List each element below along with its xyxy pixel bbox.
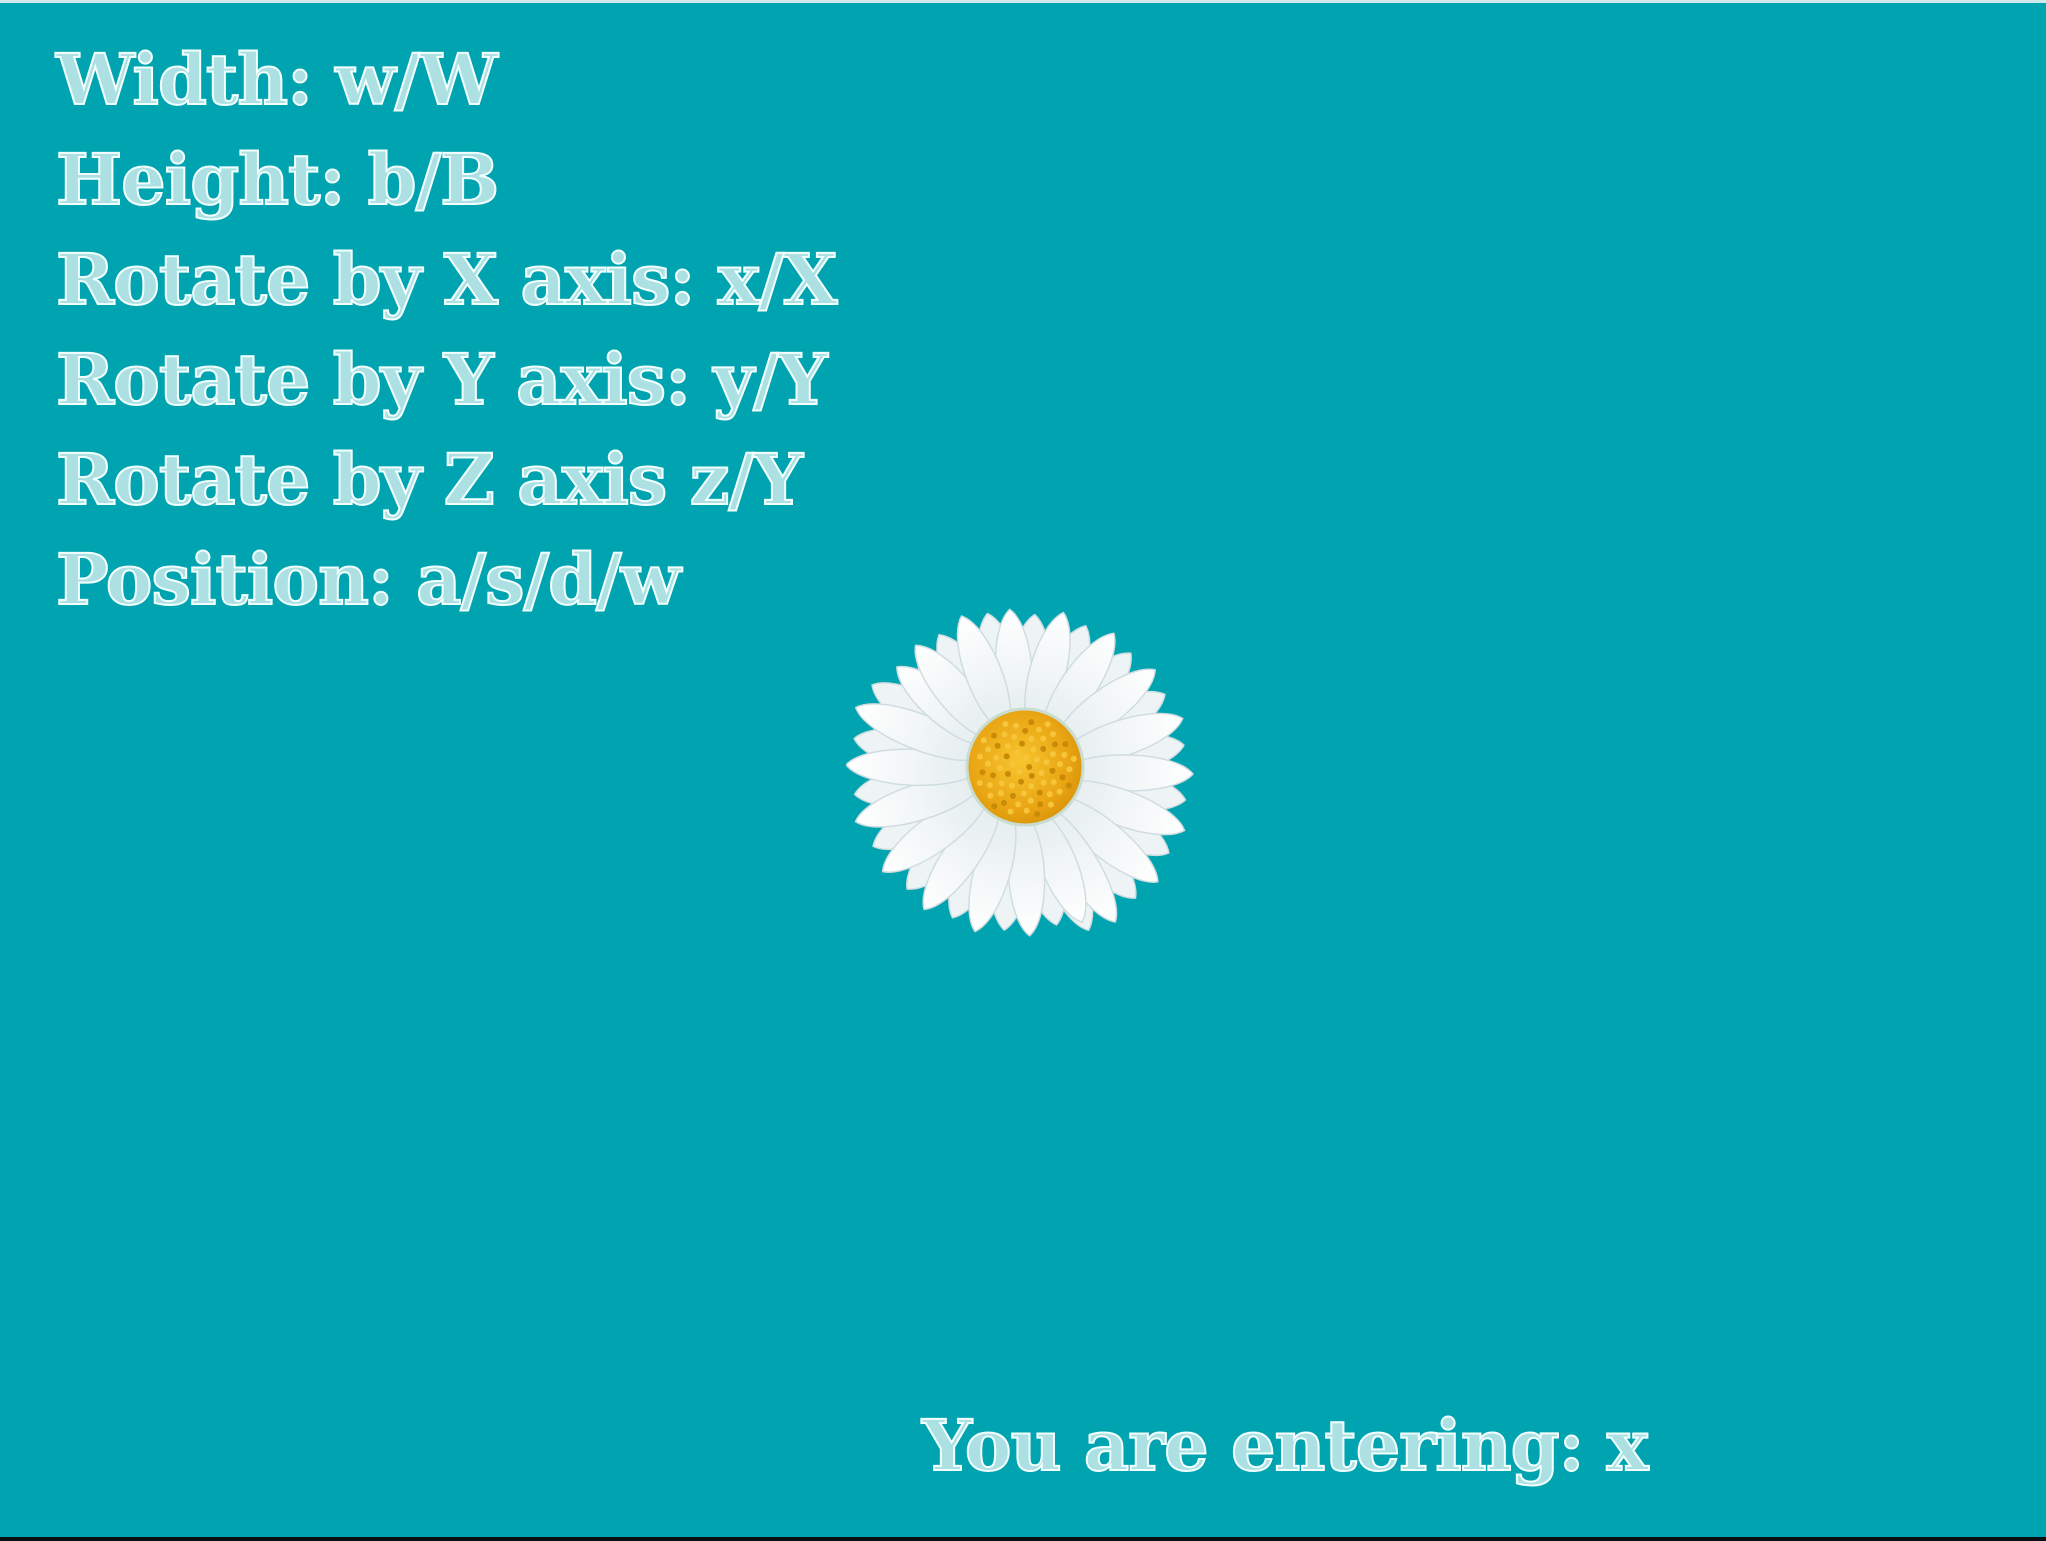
help-height: Height: b/B [55, 137, 500, 222]
daisy-floret [1059, 774, 1066, 781]
daisy-floret [1040, 735, 1047, 742]
daisy-center [965, 707, 1085, 827]
daisy-floret [993, 754, 1000, 761]
daisy-floret [986, 782, 993, 789]
daisy-floret [997, 790, 1004, 797]
daisy-floret [1050, 779, 1057, 786]
daisy-floret [1036, 789, 1043, 796]
daisy-floret [1011, 733, 1018, 740]
daisy-floret [1040, 779, 1047, 786]
status-entering: You are entering: x [921, 1403, 1650, 1488]
daisy-floret [1028, 719, 1035, 726]
daisy-floret [1044, 721, 1051, 728]
daisy-floret [1037, 801, 1044, 808]
daisy-floret [994, 742, 1001, 749]
daisy-floret [1000, 799, 1007, 806]
daisy-floret [997, 765, 1004, 772]
daisy-floret [1009, 761, 1016, 768]
app-canvas[interactable]: Width: w/W Height: b/B Rotate by X axis:… [0, 0, 2046, 1541]
daisy-floret [1066, 766, 1073, 773]
daisy-floret [1020, 790, 1027, 797]
daisy-floret [1018, 740, 1025, 747]
daisy-floret [1028, 783, 1035, 790]
daisy-floret [1056, 788, 1063, 795]
daisy-floret [1027, 797, 1034, 804]
window-bottom-edge [0, 1537, 2046, 1541]
daisy-floret [1004, 743, 1011, 750]
help-position: Position: a/s/d/w [55, 537, 682, 622]
daisy-floret [1022, 727, 1029, 734]
daisy-floret [1038, 769, 1045, 776]
daisy-floret [1016, 768, 1023, 775]
daisy-floret [1050, 731, 1057, 738]
daisy-floret [1049, 767, 1056, 774]
daisy-floret [976, 780, 983, 787]
help-width: Width: w/W [55, 37, 499, 122]
daisy-floret [1033, 756, 1040, 763]
daisy-floret [1047, 801, 1054, 808]
window-top-edge [0, 0, 2046, 3]
daisy-floret [990, 772, 997, 779]
daisy-floret [1028, 735, 1035, 742]
daisy-floret [979, 769, 986, 776]
help-rotate-z: Rotate by Z axis z/Y [55, 437, 804, 522]
daisy-floret [998, 780, 1005, 787]
daisy-floret [1022, 754, 1029, 761]
help-rotate-x: Rotate by X axis: x/X [55, 237, 838, 322]
daisy-floret [1002, 721, 1009, 728]
daisy-floret [1061, 751, 1068, 758]
daisy-floret [1013, 722, 1020, 729]
daisy-floret [1062, 741, 1069, 748]
daisy-floret [1051, 741, 1058, 748]
daisy-floret [1046, 791, 1053, 798]
daisy-floret [1028, 772, 1035, 779]
daisy-floret [1009, 792, 1016, 799]
daisy-floret [1040, 745, 1047, 752]
daisy-floret [980, 737, 987, 744]
daisy-floret [1004, 771, 1011, 778]
daisy-floret [1034, 811, 1041, 818]
controls-help: Width: w/W Height: b/B Rotate by X axis:… [55, 30, 838, 630]
daisy-floret [987, 792, 994, 799]
daisy-floret [991, 732, 998, 739]
daisy-floret [977, 753, 984, 760]
daisy-floret [1043, 759, 1050, 766]
daisy-floret [1008, 782, 1015, 789]
daisy-floret [1007, 808, 1014, 815]
daisy-floret [1018, 778, 1025, 785]
daisy-floret [1049, 751, 1056, 758]
daisy-icon[interactable] [846, 596, 1196, 946]
daisy-floret [1035, 726, 1042, 733]
daisy-floret [1015, 801, 1022, 808]
daisy-floret [985, 760, 992, 767]
daisy-floret [1065, 782, 1072, 789]
daisy-floret [1030, 746, 1037, 753]
daisy-floret [1056, 761, 1063, 768]
daisy-floret [1014, 749, 1021, 756]
daisy-floret [1003, 753, 1010, 760]
daisy-floret [1070, 755, 1077, 762]
daisy-floret [991, 803, 998, 810]
help-rotate-y: Rotate by Y axis: y/Y [55, 337, 829, 422]
daisy-floret [1001, 731, 1008, 738]
daisy-floret [1023, 807, 1030, 814]
daisy-floret [985, 746, 992, 753]
daisy-floret [1026, 764, 1033, 770]
